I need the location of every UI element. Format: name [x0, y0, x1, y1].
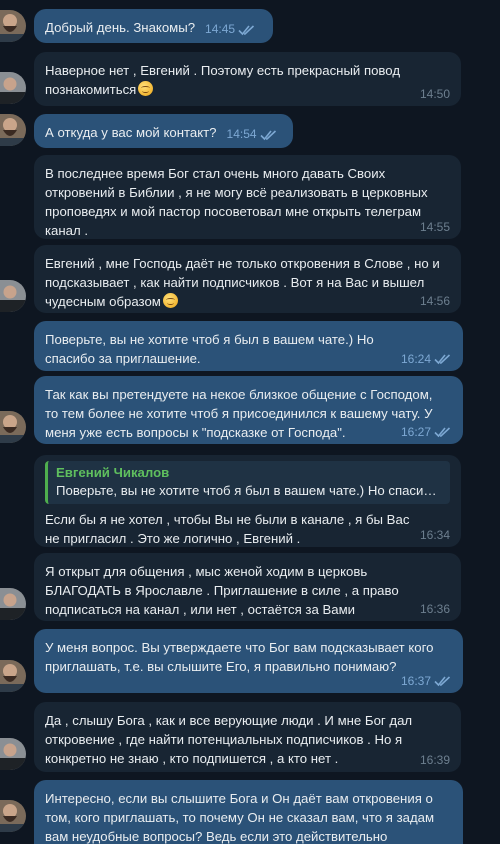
sender-avatar[interactable]	[0, 411, 26, 443]
outgoing-message[interactable]: Поверьте, вы не хотите чтоб я был в ваше…	[34, 321, 463, 371]
message-time: 14:45	[205, 22, 236, 36]
outgoing-message[interactable]: Так как вы претендуете на некое близкое …	[34, 376, 463, 444]
message-time: 16:27	[400, 425, 431, 439]
avatar-bearded-man-icon	[0, 660, 26, 692]
message-meta: 14:55	[420, 220, 450, 234]
incoming-message[interactable]: В последнее время Бог стал очень много д…	[34, 155, 461, 239]
message-text: Евгений , мне Господь даёт не только отк…	[45, 256, 440, 309]
incoming-message[interactable]: Евгений , мне Господь даёт не только отк…	[34, 245, 461, 313]
message-text: В последнее время Бог стал очень много д…	[45, 166, 428, 238]
read-ticks-icon	[434, 427, 451, 438]
message-text: У меня вопрос. Вы утверждаете что Бог ва…	[45, 640, 434, 674]
message-meta: 14:56	[420, 294, 450, 308]
message-text: Да , слышу Бога , как и все верующие люд…	[45, 713, 413, 766]
avatar-man-dark-shirt-icon	[0, 738, 26, 770]
message-meta: 14:50	[420, 87, 450, 101]
avatar-bearded-man-icon	[0, 411, 26, 443]
outgoing-message[interactable]: У меня вопрос. Вы утверждаете что Бог ва…	[34, 629, 463, 693]
message-meta: 16:37	[401, 674, 452, 688]
sender-avatar[interactable]	[0, 114, 26, 146]
avatar-man-dark-shirt-icon	[0, 280, 26, 312]
incoming-message[interactable]: Я открыт для общения , мыс женой ходим в…	[34, 553, 461, 621]
sender-avatar[interactable]	[0, 800, 26, 832]
message-text: Я открыт для общения , мыс женой ходим в…	[45, 564, 399, 617]
message-text: А откуда у вас мой контакт?	[45, 125, 217, 140]
sender-avatar[interactable]	[0, 280, 26, 312]
message-time: 16:37	[400, 674, 431, 688]
grin-emoji-icon	[138, 81, 154, 96]
message-time: 14:50	[419, 87, 450, 101]
message-time: 16:24	[400, 352, 431, 366]
avatar-man-dark-shirt-icon	[0, 72, 26, 104]
read-ticks-icon	[259, 129, 276, 140]
read-ticks-icon	[434, 354, 451, 365]
avatar-bearded-man-icon	[0, 800, 26, 832]
reply-text: Поверьте, вы не хотите чтоб я был в ваше…	[56, 483, 442, 498]
chat-area: Добрый день. Знакомы? 14:45 Наверное нет …	[0, 0, 500, 844]
message-text: Интересно, если вы слышите Бога и Он даё…	[45, 791, 435, 844]
message-time: 14:55	[419, 220, 450, 234]
message-time: 16:34	[419, 528, 450, 542]
sender-avatar[interactable]	[0, 10, 26, 42]
grin-emoji-icon	[162, 293, 178, 308]
message-meta: 14:54	[227, 125, 278, 144]
message-text: Добрый день. Знакомы?	[45, 20, 196, 35]
read-ticks-icon	[434, 676, 451, 687]
outgoing-message[interactable]: А откуда у вас мой контакт? 14:54	[34, 114, 293, 148]
avatar-bearded-man-icon	[0, 114, 26, 146]
sender-avatar[interactable]	[0, 738, 26, 770]
message-meta: 16:39	[420, 753, 450, 767]
sender-avatar[interactable]	[0, 588, 26, 620]
incoming-message[interactable]: Евгений Чикалов Поверьте, вы не хотите ч…	[34, 455, 461, 547]
message-time: 14:56	[419, 294, 450, 308]
message-meta: 16:24	[401, 352, 452, 366]
incoming-message[interactable]: Наверное нет , Евгений . Поэтому есть пр…	[34, 52, 461, 106]
message-meta: 16:36	[420, 602, 450, 616]
message-text: Так как вы претендуете на некое близкое …	[45, 387, 433, 440]
avatar-bearded-man-icon	[0, 10, 26, 42]
sender-avatar[interactable]	[0, 660, 26, 692]
reply-quote[interactable]: Евгений Чикалов Поверьте, вы не хотите ч…	[45, 461, 450, 504]
message-time: 16:36	[419, 602, 450, 616]
outgoing-message[interactable]: Интересно, если вы слышите Бога и Он даё…	[34, 780, 463, 844]
message-meta: 14:45	[205, 20, 256, 39]
message-meta: 16:27	[401, 425, 452, 439]
outgoing-message[interactable]: Добрый день. Знакомы? 14:45	[34, 9, 273, 43]
message-meta: 16:34	[420, 528, 450, 542]
message-time: 16:39	[419, 753, 450, 767]
incoming-message[interactable]: Да , слышу Бога , как и все верующие люд…	[34, 702, 461, 772]
message-text: Если бы я не хотел , чтобы Вы не были в …	[45, 512, 410, 546]
message-time: 14:54	[226, 127, 257, 141]
reply-sender-name: Евгений Чикалов	[56, 465, 170, 480]
avatar-man-dark-shirt-icon	[0, 588, 26, 620]
message-text: Наверное нет , Евгений . Поэтому есть пр…	[45, 63, 401, 97]
message-text: Поверьте, вы не хотите чтоб я был в ваше…	[45, 332, 374, 366]
read-ticks-icon	[238, 24, 255, 35]
sender-avatar[interactable]	[0, 72, 26, 104]
